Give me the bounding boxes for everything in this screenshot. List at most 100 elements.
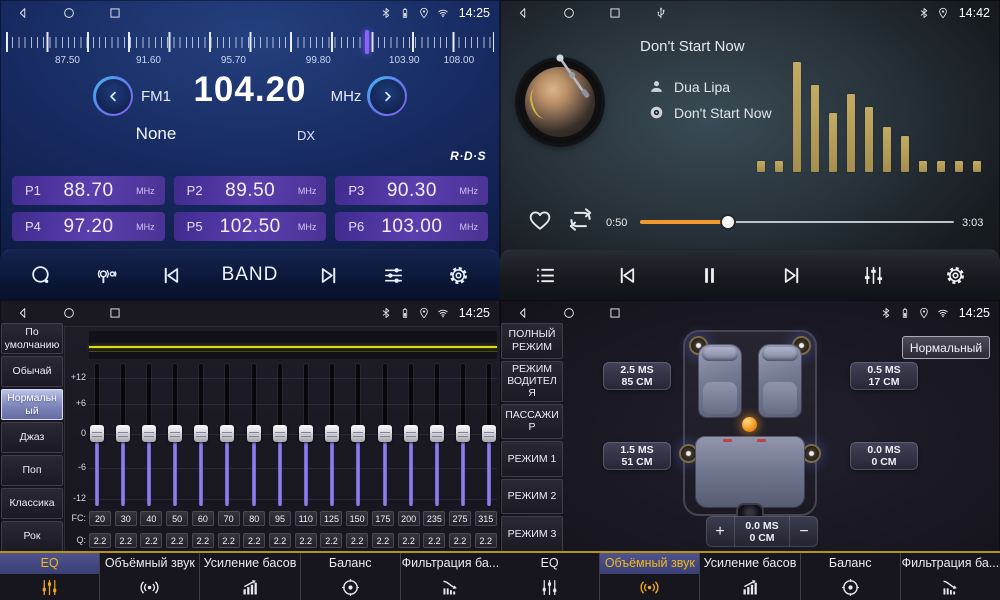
slider-track-upper	[121, 364, 125, 431]
android-nav-buttons	[516, 306, 622, 320]
seek-knob[interactable]	[722, 216, 734, 228]
frequency-ruler[interactable]: 87.5091.6095.7099.80103.90108.00	[6, 28, 494, 68]
home-icon[interactable]	[62, 306, 76, 320]
listening-mode-5[interactable]: РЕЖИМ 2	[501, 479, 563, 515]
back-icon[interactable]	[516, 306, 530, 320]
listening-mode-4[interactable]: РЕЖИМ 1	[501, 441, 563, 477]
artist-row: Dua Lipa	[648, 78, 730, 95]
freq-scale-label: 87.50	[55, 55, 80, 66]
recents-icon[interactable]	[608, 306, 622, 320]
delay-decrease-button[interactable]: −	[790, 516, 818, 547]
location-icon	[918, 307, 930, 319]
settings-button[interactable]	[940, 260, 970, 290]
audio-settings-button[interactable]	[379, 260, 409, 290]
band-indicator: FM1	[128, 88, 184, 105]
recents-icon[interactable]	[608, 6, 622, 20]
tab-balance[interactable]: Баланс	[300, 553, 400, 600]
android-nav-buttons	[16, 6, 122, 20]
status-icons: 14:25	[380, 306, 490, 320]
playlist-button[interactable]	[530, 260, 560, 290]
back-icon[interactable]	[16, 6, 30, 20]
eq-preset-6[interactable]: Классика	[1, 488, 63, 519]
scan-button[interactable]	[26, 260, 56, 290]
bass-filter-icon	[901, 574, 1000, 600]
listening-mode-3[interactable]: ПАССАЖИР	[501, 404, 563, 440]
back-icon[interactable]	[516, 6, 530, 20]
equalizer-button[interactable]	[858, 260, 888, 290]
slider-track-upper	[304, 364, 308, 431]
fc-label: FC:	[65, 513, 86, 523]
preset-button-p5[interactable]: P5102.50MHz	[174, 212, 327, 241]
tab-bass-filter[interactable]: Фильтрация ба...	[400, 553, 500, 600]
front-right-delay-value[interactable]: 0.5 MS 17 CM	[850, 362, 918, 390]
audio-settings-tabbar: EQОбъёмный звукУсиление басовБалансФильт…	[500, 551, 1000, 600]
tab-balance[interactable]: Баланс	[800, 553, 900, 600]
listening-mode-2[interactable]: РЕЖИМ ВОДИТЕЛЯ	[501, 361, 563, 402]
eq-preset-3[interactable]: Нормальный	[1, 389, 63, 420]
tab-surround-sound[interactable]: Объёмный звук	[99, 553, 199, 600]
eq-preset-2[interactable]: Обычай	[1, 356, 63, 387]
pause-button[interactable]	[694, 260, 724, 290]
preset-number: P3	[348, 183, 364, 198]
band-button[interactable]: BAND	[222, 260, 279, 290]
fc-values-row: 2030405060708095110125150175200235275315	[89, 511, 497, 526]
tab-bass-boost[interactable]: Усиление басов	[699, 553, 799, 600]
recents-icon[interactable]	[108, 306, 122, 320]
back-icon[interactable]	[16, 306, 30, 320]
fc-value: 200	[398, 511, 420, 526]
fc-value: 275	[449, 511, 471, 526]
fc-value: 70	[218, 511, 240, 526]
previous-track-button[interactable]	[612, 260, 642, 290]
preset-frequency: 90.30	[364, 180, 459, 202]
seek-bar[interactable]	[640, 214, 954, 230]
radio-screen: 14:25 87.5091.6095.7099.80103.90108.00 F…	[0, 0, 500, 300]
home-icon[interactable]	[562, 6, 576, 20]
tab-surround-sound[interactable]: Объёмный звук	[599, 553, 699, 600]
eq-gridline	[89, 468, 497, 469]
tab-eq-sliders[interactable]: EQ	[500, 553, 599, 600]
listener-position-dot[interactable]	[742, 417, 757, 432]
home-icon[interactable]	[562, 306, 576, 320]
tab-bass-filter[interactable]: Фильтрация ба...	[900, 553, 1000, 600]
eq-preset-7[interactable]: Рок	[1, 521, 63, 552]
favorite-button[interactable]	[526, 206, 554, 234]
recents-icon[interactable]	[108, 6, 122, 20]
balance-icon	[301, 574, 400, 600]
tab-eq-sliders[interactable]: EQ	[0, 553, 99, 600]
spectrum-bar	[901, 136, 909, 172]
listening-mode-6[interactable]: РЕЖИМ 3	[501, 516, 563, 552]
preset-button-p2[interactable]: P289.50MHz	[174, 176, 327, 205]
seek-previous-button[interactable]	[156, 260, 186, 290]
announcement-button[interactable]	[91, 260, 121, 290]
eq-preset-1[interactable]: По умолчанию	[1, 323, 63, 354]
home-icon[interactable]	[62, 6, 76, 20]
eq-preset-5[interactable]: Поп	[1, 455, 63, 486]
tab-label: Баланс	[801, 553, 900, 574]
seek-next-button[interactable]	[314, 260, 344, 290]
delay-adjust-value: 0.0 MS 0 CM	[734, 516, 790, 547]
tab-bass-boost[interactable]: Усиление басов	[199, 553, 299, 600]
q-value: 2.2	[218, 533, 240, 548]
slider-track-upper	[199, 364, 203, 431]
clock: 14:25	[959, 306, 990, 320]
preset-button-p6[interactable]: P6103.00MHz	[335, 212, 488, 241]
tab-label: Усиление басов	[200, 553, 299, 574]
front-left-delay-value[interactable]: 2.5 MS 85 CM	[603, 362, 671, 390]
tune-down-button[interactable]	[93, 76, 133, 116]
next-track-button[interactable]	[776, 260, 806, 290]
tune-up-button[interactable]	[367, 76, 407, 116]
slider-track-lower	[121, 434, 125, 506]
listening-mode-1[interactable]: ПОЛНЫЙ РЕЖИМ	[501, 323, 563, 359]
listening-mode-list: ПОЛНЫЙ РЕЖИМРЕЖИМ ВОДИТЕЛЯПАССАЖИРРЕЖИМ …	[500, 322, 564, 553]
delay-increase-button[interactable]: +	[706, 516, 734, 547]
eq-preset-4[interactable]: Джаз	[1, 422, 63, 453]
rear-left-delay-value[interactable]: 1.5 MS 51 CM	[603, 442, 671, 470]
rear-right-delay-value[interactable]: 0.0 MS 0 CM	[850, 442, 918, 470]
preset-button-p3[interactable]: P390.30MHz	[335, 176, 488, 205]
passenger-seat	[758, 344, 802, 418]
preset-button-p1[interactable]: P188.70MHz	[12, 176, 165, 205]
settings-button[interactable]	[444, 260, 474, 290]
repeat-button[interactable]	[566, 205, 595, 234]
sound-profile-button[interactable]: Нормальный	[902, 336, 990, 359]
preset-button-p4[interactable]: P497.20MHz	[12, 212, 165, 241]
